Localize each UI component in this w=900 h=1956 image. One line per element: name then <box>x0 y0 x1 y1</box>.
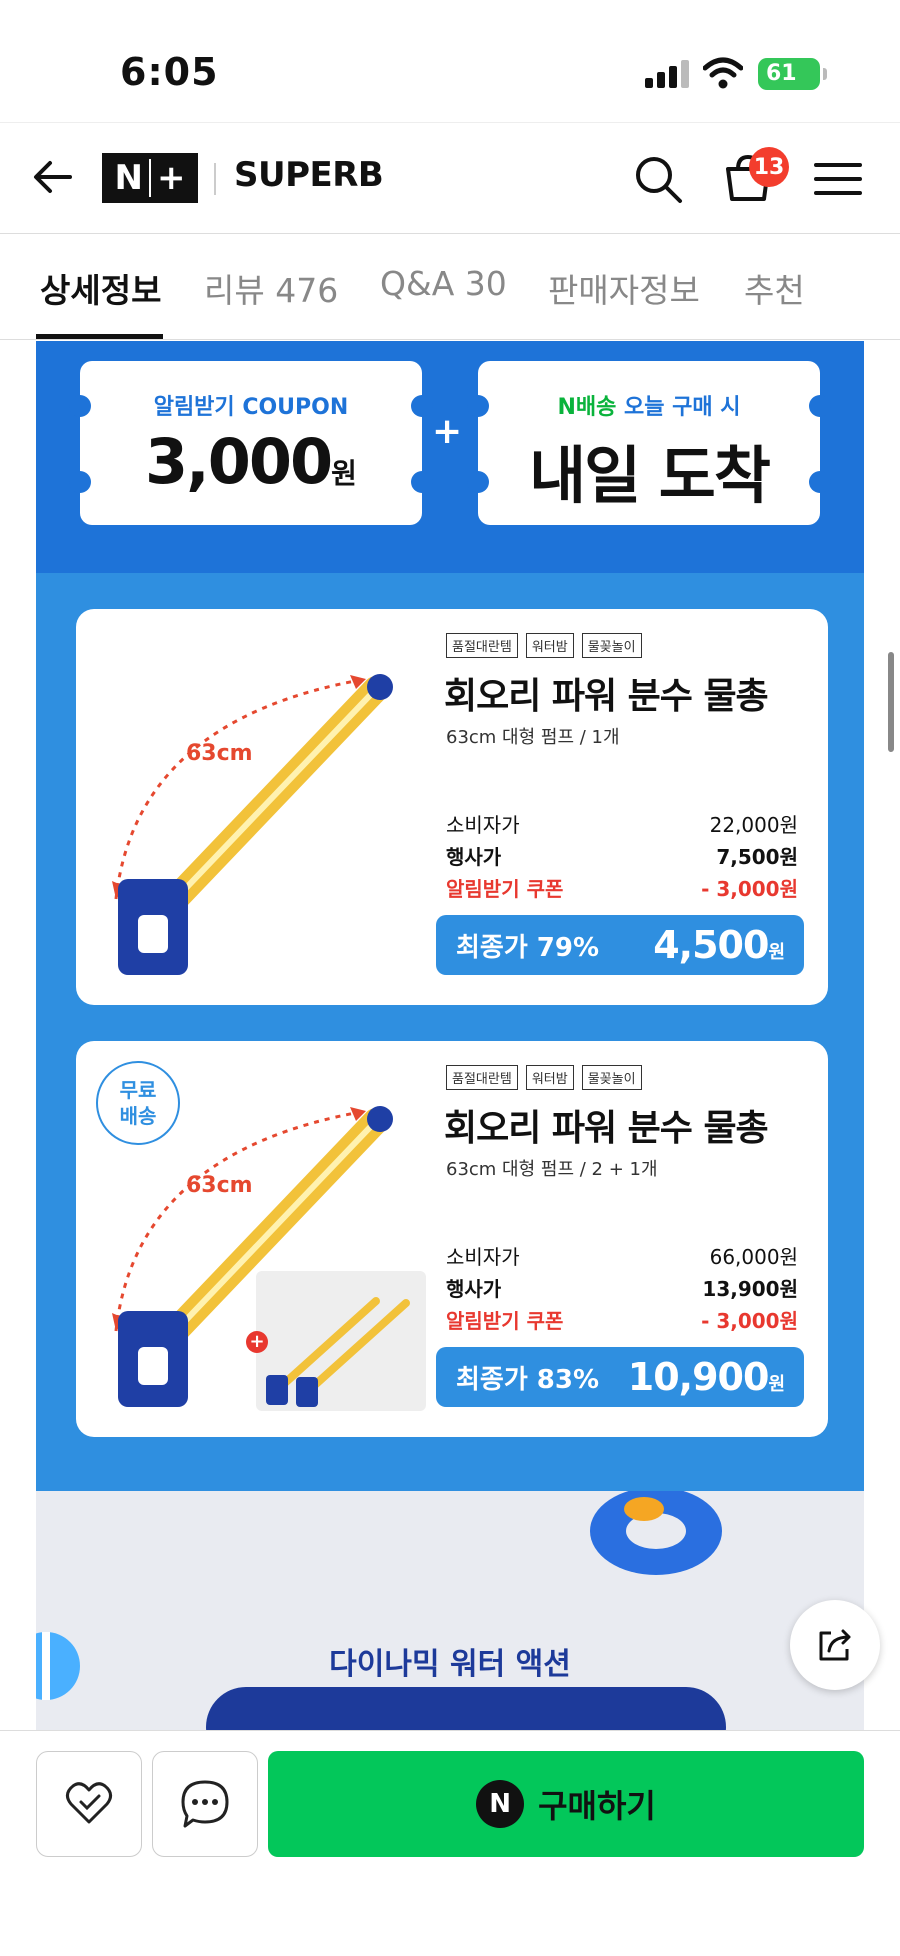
tag: 워터밤 <box>525 1065 574 1090</box>
store-name[interactable]: SUPERB <box>234 155 384 195</box>
cellular-signal-icon <box>645 60 689 88</box>
delivery-headline: 내일 도착 <box>529 439 771 512</box>
coupon-ticket: 알림받기 COUPON 3,000원 <box>69 361 433 525</box>
product-tags: 품절대란템 워터밤 물꽂놀이 <box>446 1065 642 1090</box>
naver-pay-icon: N <box>476 1780 525 1828</box>
product-subtitle: 63cm 대형 펌프 / 1개 <box>446 727 620 748</box>
size-label: 63cm <box>186 1173 253 1198</box>
product-subtitle: 63cm 대형 펌프 / 2 + 1개 <box>446 1159 658 1180</box>
scroll-indicator <box>888 652 894 752</box>
tab-details[interactable]: 상세정보 <box>40 264 161 312</box>
banner-title-graphic <box>206 1687 726 1731</box>
delivery-label: N배송 오늘 구매 시 <box>557 395 741 420</box>
chat-bubble-icon <box>181 1780 229 1828</box>
active-tab-indicator <box>36 334 163 339</box>
product-title: 회오리 파워 분수 물총 <box>444 676 769 717</box>
tab-recommend[interactable]: 추천 <box>744 264 805 312</box>
top-nav: N + SUPERB 13 <box>0 122 900 234</box>
coupon-label: 알림받기 COUPON <box>153 395 349 420</box>
final-price-bar: 최종가 79% 4,500원 <box>436 915 804 975</box>
event-price-row: 행사가 7,500원 <box>446 845 798 869</box>
back-arrow-icon[interactable] <box>30 153 78 201</box>
bottom-action-bar: N 구매하기 <box>0 1730 900 1956</box>
product-title: 회오리 파워 분수 물총 <box>444 1108 769 1149</box>
battery-indicator: 61 <box>758 58 827 90</box>
menu-icon[interactable] <box>810 151 866 207</box>
tag: 품절대란템 <box>446 633 518 658</box>
water-gun-image <box>112 674 393 975</box>
tag: 물꽂놀이 <box>581 1065 642 1090</box>
tag: 품절대란템 <box>446 1065 518 1090</box>
tab-qna[interactable]: Q&A 30 <box>380 264 507 303</box>
retail-price-row: 소비자가 66,000원 <box>446 1245 798 1269</box>
coupon-discount-row: 알림받기 쿠폰 - 3,000원 <box>446 1309 798 1333</box>
event-price-row: 행사가 13,900원 <box>446 1277 798 1301</box>
final-price-bar: 최종가 83% 10,900원 <box>436 1347 804 1407</box>
search-icon[interactable] <box>630 151 686 207</box>
free-shipping-badge: 무료 배송 <box>96 1061 180 1145</box>
product-page: 6:05 61 N + SUPERB 13 상세정보 리뷰 476 Q&A 30… <box>0 0 900 1956</box>
tab-seller-info[interactable]: 판매자정보 <box>548 264 700 312</box>
banner-subtitle: 다이나믹 워터 액션 <box>329 1647 571 1682</box>
retail-price-row: 소비자가 22,000원 <box>446 813 798 837</box>
status-bar: 6:05 61 <box>0 0 900 120</box>
secondary-banner: 다이나믹 워터 액션 <box>36 1491 864 1731</box>
buy-button-label: 구매하기 <box>538 1787 656 1825</box>
tag: 워터밤 <box>525 633 574 658</box>
bundle-plus-icon: + <box>246 1331 268 1353</box>
buy-button[interactable]: N 구매하기 <box>268 1751 864 1857</box>
coupon-discount-row: 알림받기 쿠폰 - 3,000원 <box>446 877 798 901</box>
bundle-thumbnail <box>256 1271 426 1411</box>
status-time: 6:05 <box>120 50 219 94</box>
share-icon <box>819 1629 851 1661</box>
size-label: 63cm <box>186 741 253 766</box>
detail-tabs: 상세정보 리뷰 476 Q&A 30 판매자정보 추천 <box>0 236 900 340</box>
coupon-amount: 3,000원 <box>145 425 357 498</box>
wifi-icon <box>703 57 743 89</box>
share-button[interactable] <box>790 1600 880 1690</box>
delivery-ticket: N배송 오늘 구매 시 내일 도착 <box>467 361 831 525</box>
plus-sign: + <box>432 411 463 452</box>
talk-button[interactable] <box>152 1751 258 1857</box>
cart-count-badge: 13 <box>749 147 789 187</box>
product-tags: 품절대란템 워터밤 물꽂놀이 <box>446 633 642 658</box>
product-card-1[interactable]: 63cm 품절대란템 워터밤 물꽂놀이 회오리 파워 분수 물총 63cm 대형… <box>76 609 828 1005</box>
promo-banner: 알림받기 COUPON 3,000원 + N배송 오늘 구매 시 내일 도착 6… <box>36 341 864 1491</box>
heart-check-icon <box>66 1782 112 1824</box>
product-card-2[interactable]: 무료 배송 63cm + 품절대란템 워터밤 물꽂놀이 회오리 파워 분수 물총 … <box>76 1041 828 1437</box>
promo-header: 알림받기 COUPON 3,000원 + N배송 오늘 구매 시 내일 도착 <box>36 341 864 573</box>
float-ring-image <box>590 1491 722 1575</box>
nplus-logo[interactable]: N + <box>102 153 198 203</box>
tab-reviews[interactable]: 리뷰 476 <box>204 264 338 312</box>
tag: 물꽂놀이 <box>581 633 642 658</box>
logo-divider <box>214 163 216 195</box>
wishlist-button[interactable] <box>36 1751 142 1857</box>
